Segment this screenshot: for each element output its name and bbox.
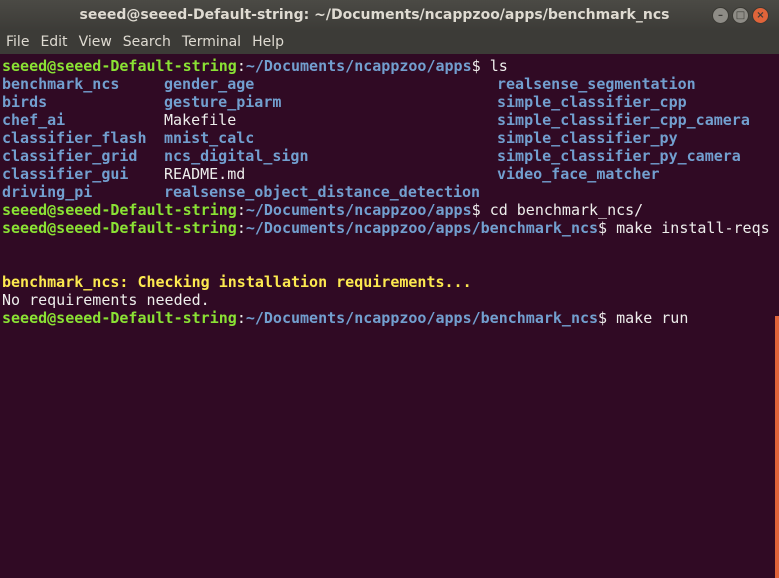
menu-terminal[interactable]: Terminal xyxy=(176,31,245,54)
menu-file[interactable]: File xyxy=(0,31,33,54)
prompt-user: seeed@seeed-Default-string xyxy=(2,57,237,75)
prompt-separator: : xyxy=(236,57,246,75)
prompt-path: ~/Documents/ncappzoo/apps/benchmark_ncs xyxy=(245,309,599,327)
listing-item: simple_classifier_cpp xyxy=(497,93,687,111)
prompt-separator: : xyxy=(236,201,246,219)
output-no-reqs: No requirements needed. xyxy=(2,291,210,309)
prompt-separator: : xyxy=(236,219,246,237)
listing-item: simple_classifier_py xyxy=(497,129,678,147)
scrollbar-thumb[interactable] xyxy=(775,316,779,578)
menu-search[interactable]: Search xyxy=(117,31,175,54)
prompt-line-make-run: seeed@seeed-Default-string:~/Documents/n… xyxy=(2,309,688,327)
listing-item: birds xyxy=(2,93,48,111)
listing-item: mnist_calc xyxy=(164,129,255,147)
listing-item: ncs_digital_sign xyxy=(164,147,309,165)
prompt-path: ~/Documents/ncappzoo/apps xyxy=(245,201,472,219)
prompt-line-ls: seeed@seeed-Default-string:~/Documents/n… xyxy=(2,57,508,75)
prompt-line-cd: seeed@seeed-Default-string:~/Documents/n… xyxy=(2,201,643,219)
prompt-dollar: $ xyxy=(471,57,490,75)
listing-item: realsense_object_distance_detection xyxy=(164,183,481,201)
menu-view[interactable]: View xyxy=(73,31,116,54)
listing-item: classifier_grid xyxy=(2,147,138,165)
prompt-separator: : xyxy=(236,309,246,327)
title-bar[interactable]: seeed@seeed-Default-string: ~/Documents/… xyxy=(0,0,779,31)
prompt-user: seeed@seeed-Default-string xyxy=(2,219,237,237)
listing-item: gesture_piarm xyxy=(164,93,282,111)
prompt-user: seeed@seeed-Default-string xyxy=(2,309,237,327)
listing-item: classifier_flash xyxy=(2,129,147,147)
menu-bar: File Edit View Search Terminal Help xyxy=(0,31,779,54)
close-button[interactable]: × xyxy=(752,7,769,24)
command-cd: cd benchmark_ncs/ xyxy=(489,201,644,219)
output-checking: benchmark_ncs: Checking installation req… xyxy=(2,273,472,291)
command-make-install: make install-reqs xyxy=(616,219,770,237)
listing-item: benchmark_ncs xyxy=(2,75,120,93)
listing-item: Makefile xyxy=(164,111,237,129)
prompt-dollar: $ xyxy=(471,201,490,219)
prompt-dollar: $ xyxy=(598,219,617,237)
maximize-button[interactable]: □ xyxy=(732,7,749,24)
prompt-dollar: $ xyxy=(598,309,617,327)
terminal-output[interactable]: seeed@seeed-Default-string:~/Documents/n… xyxy=(0,55,779,578)
command-ls: ls xyxy=(489,57,508,75)
prompt-path: ~/Documents/ncappzoo/apps/benchmark_ncs xyxy=(245,219,599,237)
prompt-path: ~/Documents/ncappzoo/apps xyxy=(245,57,472,75)
listing-item: classifier_gui xyxy=(2,165,129,183)
terminal-window: seeed@seeed-Default-string: ~/Documents/… xyxy=(0,0,779,578)
menu-help[interactable]: Help xyxy=(246,31,288,54)
window-controls: – □ × xyxy=(712,7,769,24)
listing-item: video_face_matcher xyxy=(497,165,660,183)
minimize-button[interactable]: – xyxy=(712,7,729,24)
prompt-line-make-install: seeed@seeed-Default-string:~/Documents/n… xyxy=(2,219,770,237)
listing-item: driving_pi xyxy=(2,183,93,201)
listing-item: simple_classifier_cpp_camera xyxy=(497,111,750,129)
menu-edit[interactable]: Edit xyxy=(34,31,71,54)
prompt-user: seeed@seeed-Default-string xyxy=(2,201,237,219)
listing-item: chef_ai xyxy=(2,111,66,129)
listing-item: realsense_segmentation xyxy=(497,75,696,93)
listing-item: README.md xyxy=(164,165,246,183)
command-make-run: make run xyxy=(616,309,689,327)
window-title: seeed@seeed-Default-string: ~/Documents/… xyxy=(79,7,670,23)
listing-item: simple_classifier_py_camera xyxy=(497,147,741,165)
listing-item: gender_age xyxy=(164,75,255,93)
